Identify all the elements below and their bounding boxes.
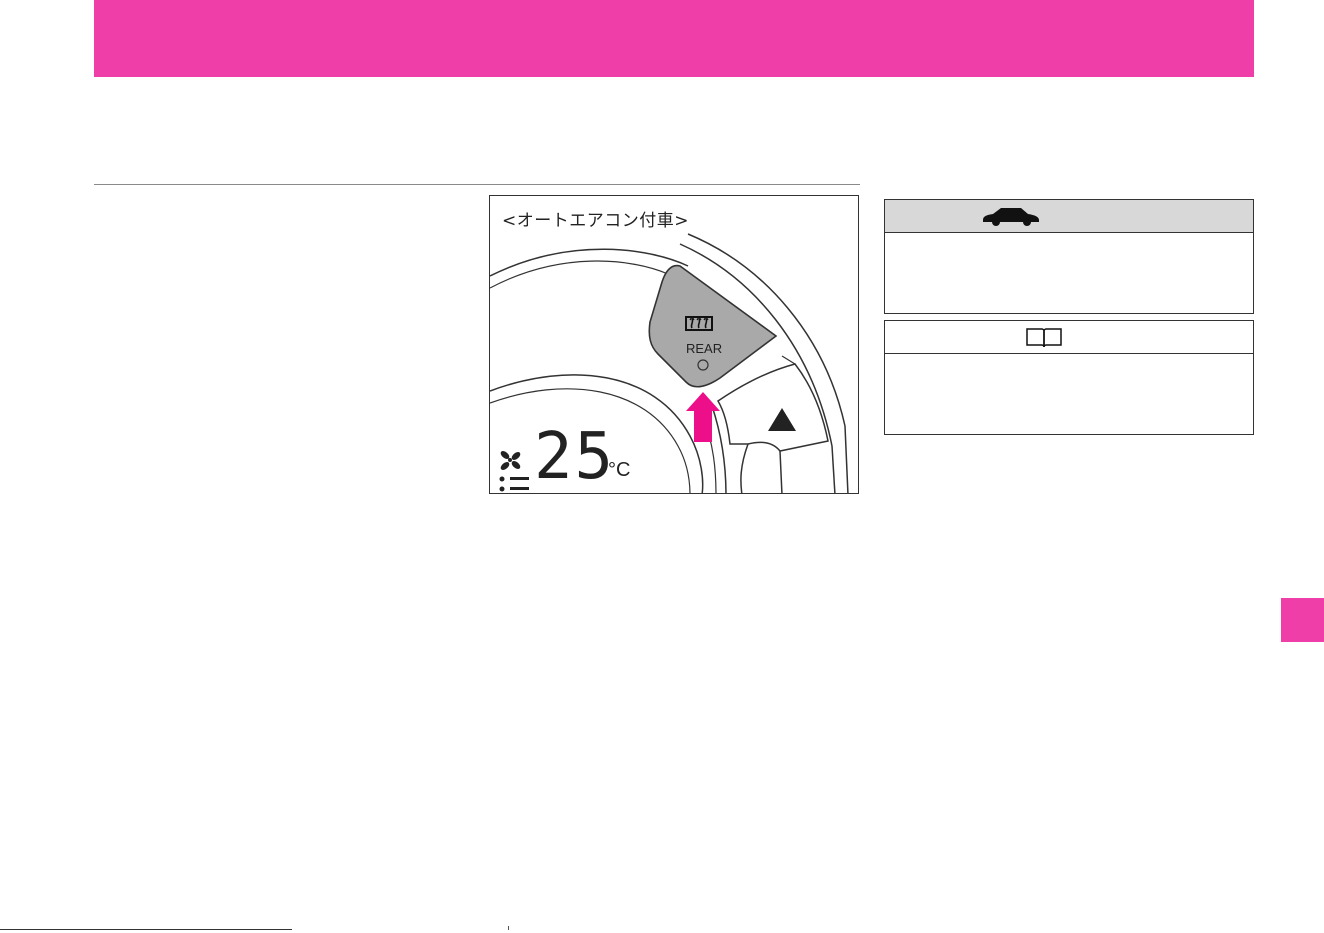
fan-icon	[500, 451, 521, 470]
chapter-header-band	[94, 0, 1254, 77]
segment-line-3	[711, 405, 727, 493]
chapter-side-tab	[1281, 598, 1324, 642]
rear-button-label: REAR	[686, 341, 722, 356]
footer-mark	[508, 926, 509, 930]
book-icon	[1025, 327, 1063, 353]
warning-box	[884, 199, 1254, 314]
ac-panel-figure: <オートエアコン付車> REAR 25 °C	[489, 195, 859, 494]
inner-ring	[490, 248, 689, 277]
info-box	[884, 320, 1254, 435]
segment-line	[779, 450, 783, 493]
warning-box-header	[885, 200, 1253, 233]
temperature-unit: °C	[608, 459, 630, 481]
outer-ring-4	[844, 425, 849, 493]
section-divider	[94, 184, 860, 185]
car-icon	[981, 206, 1041, 232]
figure-caption: <オートエアコン付車>	[502, 211, 689, 231]
defrost-front-button	[716, 363, 829, 452]
footer-rule	[0, 929, 292, 930]
segment-line-2	[740, 443, 749, 493]
outer-ring-3	[831, 445, 836, 493]
ac-panel-illustration: REAR 25 °C	[490, 233, 849, 494]
fan-level-icon	[499, 476, 529, 492]
info-box-header	[885, 321, 1253, 354]
segment-boundary	[781, 355, 796, 365]
temperature-readout: 25	[534, 420, 615, 494]
